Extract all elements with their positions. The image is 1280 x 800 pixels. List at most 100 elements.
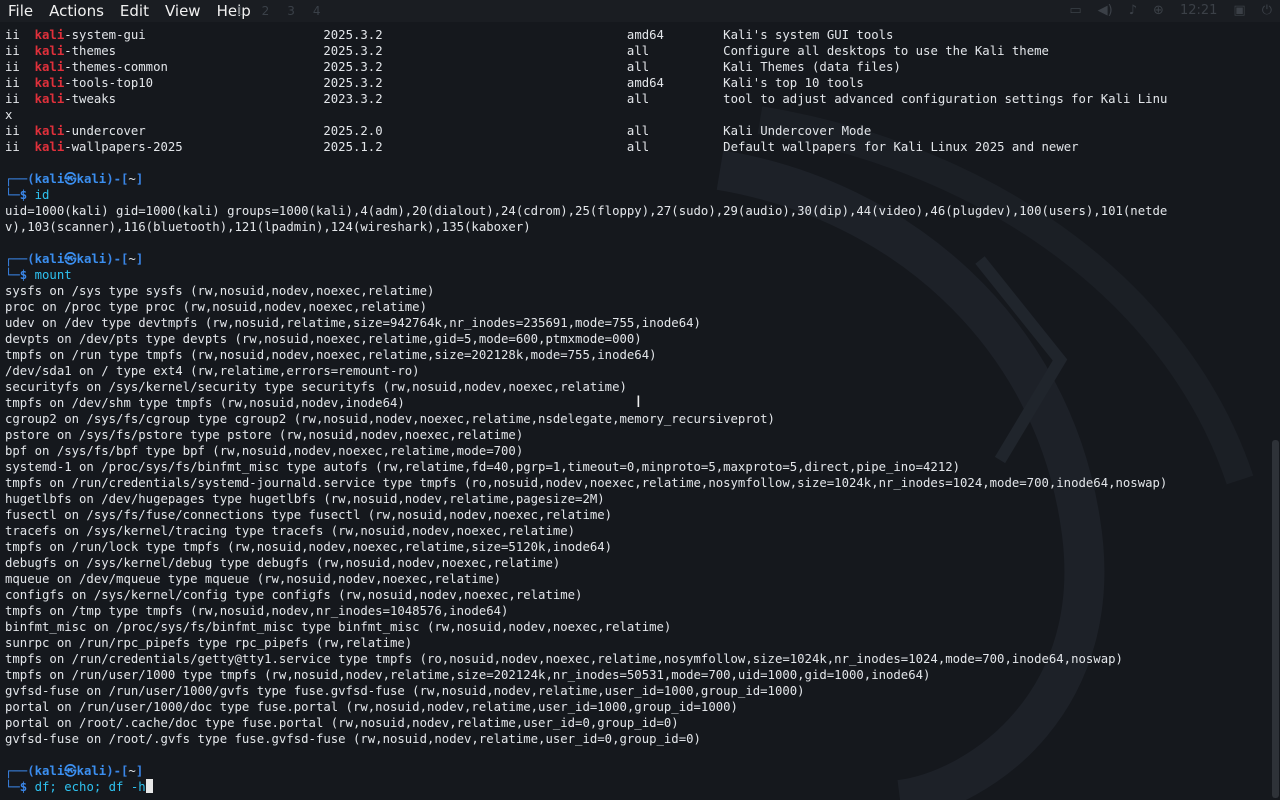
output-text: udev on /dev type devtmpfs (rw,nosuid,re… — [5, 316, 701, 330]
output-text: debugfs on /sys/kernel/debug type debugf… — [5, 556, 561, 570]
output-text: pstore on /sys/fs/pstore type pstore (rw… — [5, 428, 524, 442]
command-text: df; echo; df -h — [34, 780, 146, 794]
pkg-version: 2025.1.2 — [323, 140, 627, 154]
output-text: tmpfs on /run type tmpfs (rw,nosuid,node… — [5, 348, 657, 362]
mount-output-line: tmpfs on /run/user/1000 type tmpfs (rw,n… — [5, 667, 1267, 683]
mount-output-line: tmpfs on /run/credentials/systemd-journa… — [5, 475, 1267, 491]
prompt-bracket: ┌──( — [5, 252, 35, 266]
pkg-name-highlight: kali — [34, 124, 65, 138]
display-icon[interactable]: ▭ — [1069, 3, 1081, 18]
pkg-name-rest: -themes-common — [64, 60, 324, 74]
output-text: proc on /proc type proc (rw,nosuid,nodev… — [5, 300, 427, 314]
pkg-desc: Kali's top 10 tools — [723, 76, 864, 90]
mount-output-line: cgroup2 on /sys/fs/cgroup type cgroup2 (… — [5, 411, 1267, 427]
pkg-name-rest: -system-gui — [64, 28, 324, 42]
mount-output-line: sunrpc on /run/rpc_pipefs type rpc_pipef… — [5, 635, 1267, 651]
prompt-user: kali — [34, 252, 65, 266]
pkg-version: 2025.2.0 — [323, 124, 627, 138]
pkg-name-highlight: kali — [34, 60, 65, 74]
mount-output-line: tmpfs on /run/lock type tmpfs (rw,nosuid… — [5, 539, 1267, 555]
pkg-status: ii — [5, 76, 35, 90]
prompt-bracket: ┌──( — [5, 764, 35, 778]
prompt-bracket: ] — [135, 252, 144, 266]
pkg-desc: Kali's system GUI tools — [723, 28, 894, 42]
workspace-4[interactable]: 4 — [313, 4, 321, 18]
output-text: gvfsd-fuse on /root/.gvfs type fuse.gvfs… — [5, 732, 701, 746]
workspace-1[interactable]: 1 — [236, 4, 244, 18]
output-text: sunrpc on /run/rpc_pipefs type rpc_pipef… — [5, 636, 413, 650]
id-output-line: uid=1000(kali) gid=1000(kali) groups=100… — [5, 203, 1267, 219]
power-icon[interactable]: ⏻ — [1262, 3, 1272, 18]
command-text: id — [34, 188, 50, 202]
output-text: /dev/sda1 on / type ext4 (rw,relatime,er… — [5, 364, 420, 378]
mount-output-line: tracefs on /sys/kernel/tracing type trac… — [5, 523, 1267, 539]
output-text: devpts on /dev/pts type devpts (rw,nosui… — [5, 332, 642, 346]
output-text: uid=1000(kali) gid=1000(kali) groups=100… — [5, 204, 1168, 218]
mount-output-line: hugetlbfs on /dev/hugepages type hugetlb… — [5, 491, 1267, 507]
pkg-status: ii — [5, 92, 35, 106]
prompt-dollar: └─$ — [5, 268, 35, 282]
prompt-at-icon: ㉿ — [64, 172, 77, 186]
terminal-output[interactable]: ii kali -system-gui 2025.3.2 amd64 Kali's… — [5, 27, 1267, 797]
workspace-2[interactable]: 2 — [262, 4, 270, 18]
volume-icon[interactable]: ◀) — [1098, 3, 1113, 18]
mount-output-line: systemd-1 on /proc/sys/fs/binfmt_misc ty… — [5, 459, 1267, 475]
pkg-desc: Kali Undercover Mode — [723, 124, 872, 138]
mount-output-line: proc on /proc type proc (rw,nosuid,nodev… — [5, 299, 1267, 315]
output-text: binfmt_misc on /proc/sys/fs/binfmt_misc … — [5, 620, 672, 634]
pkg-arch: amd64 — [626, 76, 724, 90]
network-icon[interactable]: ⊕ — [1153, 3, 1164, 18]
pkg-arch: all — [626, 124, 724, 138]
pkg-version: 2025.3.2 — [323, 76, 627, 90]
package-row: ii kali-wallpapers-2025 2025.1.2 all Def… — [5, 139, 1267, 155]
pkg-name-highlight: kali — [34, 44, 65, 58]
prompt-host: kali — [76, 172, 107, 186]
mount-output-line: gvfsd-fuse on /root/.gvfs type fuse.gvfs… — [5, 731, 1267, 747]
output-text: sysfs on /sys type sysfs (rw,nosuid,node… — [5, 284, 435, 298]
pkg-name-highlight: kali — [34, 76, 65, 90]
mount-output-line: bpf on /sys/fs/bpf type bpf (rw,nosuid,n… — [5, 443, 1267, 459]
prompt-dir: ~ — [128, 252, 136, 266]
pkg-arch: all — [626, 140, 724, 154]
prompt-line-1: ┌──(kali㉿kali)-[~] — [5, 251, 1267, 267]
output-text: mqueue on /dev/mqueue type mqueue (rw,no… — [5, 572, 502, 586]
package-row: ii kali-undercover 2025.2.0 all Kali Und… — [5, 123, 1267, 139]
menu-view[interactable]: View — [157, 0, 209, 22]
prompt-line-2: └─$ df; echo; df -h — [5, 779, 1267, 795]
mount-output-line: tmpfs on /tmp type tmpfs (rw,nosuid,node… — [5, 603, 1267, 619]
output-text: fusectl on /sys/fs/fuse/connections type… — [5, 508, 613, 522]
prompt-dollar: └─$ — [5, 780, 35, 794]
output-text: tmpfs on /run/credentials/getty@tty1.ser… — [5, 652, 1123, 666]
mount-output-line: tmpfs on /run/credentials/getty@tty1.ser… — [5, 651, 1267, 667]
pkg-desc: Default wallpapers for Kali Linux 2025 a… — [723, 140, 1079, 154]
pkg-version: 2023.3.2 — [323, 92, 627, 106]
mouse-ibeam-cursor-icon: I — [636, 392, 641, 411]
wrapped-line: x — [5, 107, 1267, 123]
menu-actions[interactable]: Actions — [41, 0, 112, 22]
mount-output-line: configfs on /sys/kernel/config type conf… — [5, 587, 1267, 603]
workspace-3[interactable]: 3 — [287, 4, 295, 18]
package-row: ii kali-themes 2025.3.2 all Configure al… — [5, 43, 1267, 59]
pkg-name-highlight: kali — [34, 140, 65, 154]
output-text: tracefs on /sys/kernel/tracing type trac… — [5, 524, 576, 538]
lock-icon[interactable]: ▣ — [1233, 3, 1245, 18]
clock[interactable]: 12:21 — [1180, 3, 1217, 18]
pkg-arch: amd64 — [626, 28, 724, 42]
mount-output-line: udev on /dev type devtmpfs (rw,nosuid,re… — [5, 315, 1267, 331]
menu-file[interactable]: File — [0, 0, 41, 22]
package-row: ii kali-system-gui 2025.3.2 amd64 Kali's… — [5, 27, 1267, 43]
menu-edit[interactable]: Edit — [112, 0, 157, 22]
pkg-version: 2025.3.2 — [323, 60, 627, 74]
system-tray: ▭ ◀) ♪ ⊕ 12:21 ▣ ⏻ — [1069, 3, 1272, 18]
notification-bell-icon[interactable]: ♪ — [1129, 3, 1137, 18]
prompt-dir: ~ — [128, 172, 136, 186]
mount-output-line: gvfsd-fuse on /run/user/1000/gvfs type f… — [5, 683, 1267, 699]
mount-output-line: pstore on /sys/fs/pstore type pstore (rw… — [5, 427, 1267, 443]
terminal-scrollbar[interactable] — [1272, 440, 1279, 798]
pkg-name-rest: -tweaks — [64, 92, 324, 106]
pkg-status: ii — [5, 28, 35, 42]
pkg-name-rest: -undercover — [64, 124, 324, 138]
output-text: tmpfs on /dev/shm type tmpfs (rw,nosuid,… — [5, 396, 405, 410]
